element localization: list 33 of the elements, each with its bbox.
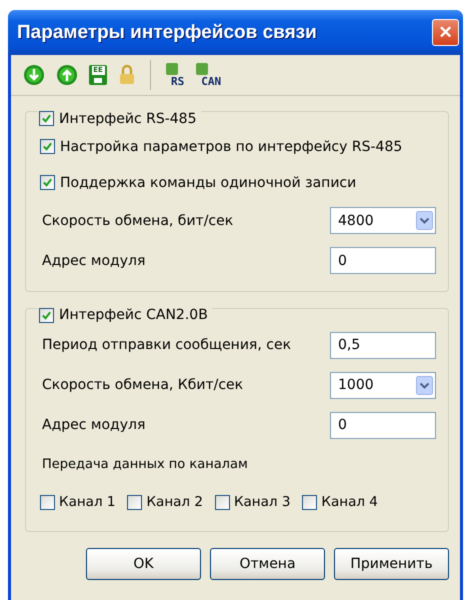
checkbox-label: Канал 3	[234, 494, 290, 510]
checkbox[interactable]	[127, 494, 142, 510]
checkbox-label: Поддержка команды одиночной записи	[60, 174, 356, 190]
checkbox[interactable]	[39, 111, 54, 126]
field-label: Скорость обмена, Кбит/сек	[42, 377, 244, 393]
field-label: Скорость обмена, бит/сек	[42, 212, 234, 228]
dialog-button[interactable]: OK	[86, 548, 201, 580]
checkbox[interactable]	[40, 139, 55, 154]
checkbox-label: Канал 2	[146, 494, 203, 510]
checkbox[interactable]	[214, 494, 230, 510]
dropdown[interactable]: 4800	[330, 207, 436, 234]
upload-icon[interactable]	[56, 64, 78, 86]
input-field[interactable]: 0	[330, 247, 436, 274]
checkbox-label: Канал 4	[321, 494, 378, 510]
checkbox[interactable]	[39, 308, 54, 322]
checkbox-label: Настройка параметров по интерфейсу RS-485	[60, 138, 402, 154]
field-label: Адрес модуля	[42, 252, 146, 268]
checkbox-label: Интерфейс RS-485	[59, 110, 196, 126]
checkbox-label: Интерфейс CAN2.0B	[59, 307, 208, 323]
window-title: Параметры интерфейсов связи	[17, 22, 317, 44]
field-label: Адрес модуля	[42, 417, 146, 433]
checkbox-label: Канал 1	[59, 494, 116, 510]
checkbox[interactable]	[302, 494, 318, 510]
input-field[interactable]: 0,5	[330, 332, 436, 358]
input-field[interactable]: 0	[330, 412, 436, 438]
dialog-button[interactable]: Применить	[334, 548, 449, 580]
section-label: Передача данных по каналам	[42, 456, 248, 472]
checkbox[interactable]	[40, 175, 55, 190]
download-icon[interactable]	[23, 64, 45, 86]
dialog-button[interactable]: Отмена	[210, 548, 325, 580]
field-label: Период отправки сообщения, сек	[42, 337, 292, 353]
checkbox[interactable]	[40, 494, 55, 510]
dropdown[interactable]: 1000	[330, 372, 436, 398]
